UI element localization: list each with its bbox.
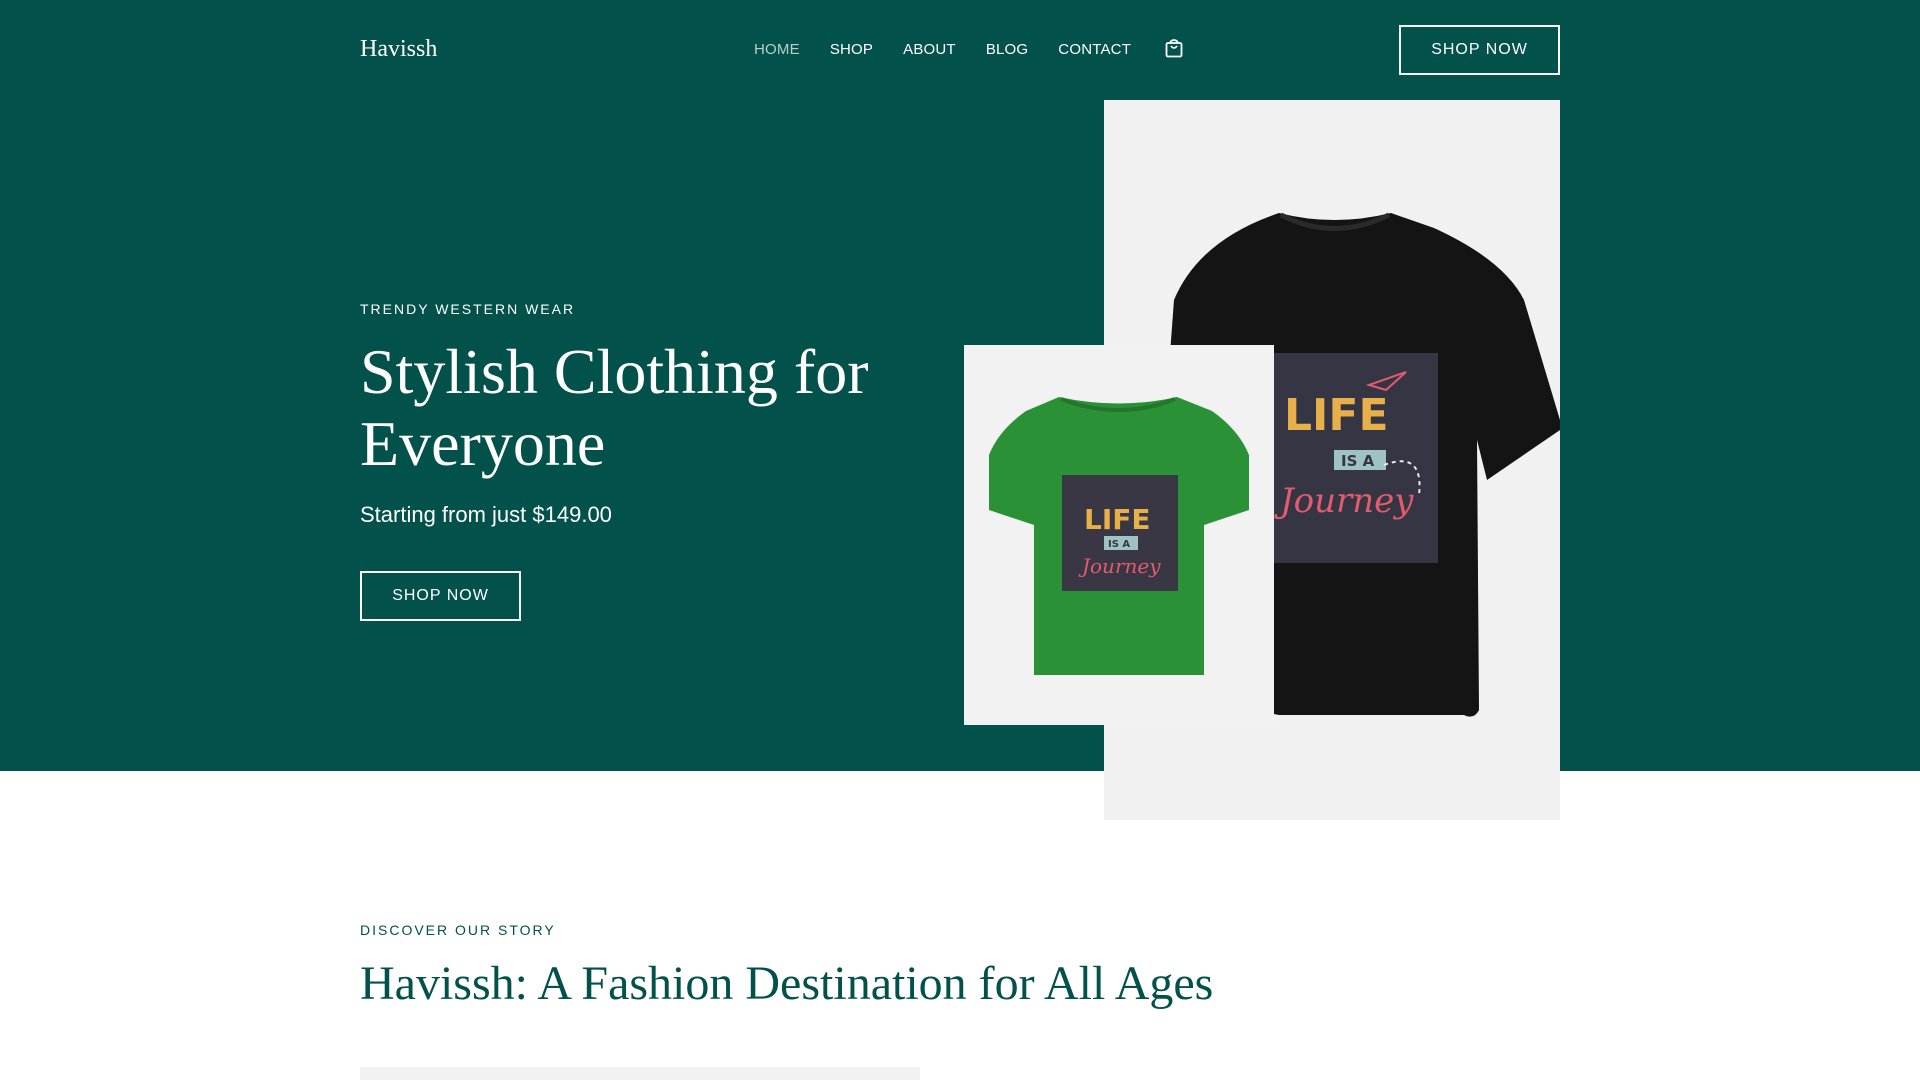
svg-text:Journey: Journey xyxy=(1274,481,1414,521)
story-eyebrow: DISCOVER OUR STORY xyxy=(360,922,556,938)
shopping-bag-icon[interactable] xyxy=(1165,38,1183,58)
brand-logo[interactable]: Havissh xyxy=(360,36,437,63)
hero-eyebrow: TRENDY WESTERN WEAR xyxy=(360,301,576,317)
story-title: Havissh: A Fashion Destination for All A… xyxy=(360,957,1214,1010)
svg-text:Journey: Journey xyxy=(1078,554,1161,578)
header-shop-now-button[interactable]: SHOP NOW xyxy=(1399,25,1560,75)
nav-contact[interactable]: CONTACT xyxy=(1058,41,1131,58)
story-image-placeholder xyxy=(360,1067,920,1080)
hero-section: Havissh HOME SHOP ABOUT BLOG CONTACT SHO… xyxy=(0,0,1920,771)
svg-text:LIFE: LIFE xyxy=(1084,503,1151,536)
svg-text:IS A: IS A xyxy=(1108,539,1130,550)
svg-text:IS A: IS A xyxy=(1341,452,1375,470)
green-tshirt-image[interactable]: LIFE IS A Journey xyxy=(964,345,1274,725)
hero-shop-now-button[interactable]: SHOP NOW xyxy=(360,571,521,621)
nav-about[interactable]: ABOUT xyxy=(903,41,956,58)
life-is-a-journey-print-small: LIFE IS A Journey xyxy=(1062,475,1178,591)
life-is-a-journey-print-large: LIFE IS A Journey xyxy=(1274,353,1438,563)
hero-title: Stylish Clothing for Everyone xyxy=(360,336,869,479)
svg-text:LIFE: LIFE xyxy=(1284,390,1389,441)
hero-subtitle: Starting from just $149.00 xyxy=(360,502,612,527)
nav-shop[interactable]: SHOP xyxy=(830,41,873,58)
nav-home[interactable]: HOME xyxy=(754,41,800,58)
main-nav: HOME SHOP ABOUT BLOG CONTACT xyxy=(754,38,1183,58)
nav-blog[interactable]: BLOG xyxy=(986,41,1028,58)
